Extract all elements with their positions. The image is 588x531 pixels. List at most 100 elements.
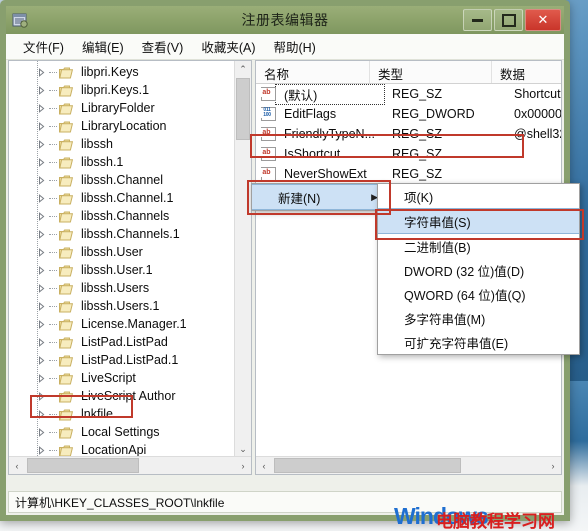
value-data: 0x00000001 (514, 107, 561, 121)
tree-horizontal-scrollbar[interactable]: ‹ › (9, 456, 251, 474)
chevron-right-icon[interactable] (37, 337, 46, 347)
tree-scroll-down-button[interactable]: ⌄ (235, 441, 251, 457)
column-header-name[interactable]: 名称 (256, 61, 370, 83)
tree-item-label: libssh.Channels (81, 209, 170, 223)
tree-connector (49, 108, 57, 109)
tree-item[interactable]: libssh.User (9, 243, 235, 261)
submenu-item-binary-value[interactable]: 二进制值(B) (378, 234, 579, 258)
submenu-item-multi-string-value[interactable]: 多字符串值(M) (378, 306, 579, 330)
menu-help[interactable]: 帮助(H) (264, 34, 324, 59)
tree-scroll-right-button[interactable]: › (235, 461, 251, 471)
values-scroll-left-button[interactable]: ‹ (256, 461, 272, 471)
value-row[interactable]: 011100 EditFlags REG_DWORD 0x00000001 (256, 104, 561, 124)
close-button[interactable]: ✕ (525, 9, 561, 31)
submenu-item-qword-value[interactable]: QWORD (64 位)值(Q) (378, 282, 579, 306)
tree-item[interactable]: LiveScript Author (9, 387, 235, 405)
values-hscroll-track[interactable] (272, 458, 545, 473)
tree-scroll-left-button[interactable]: ‹ (9, 461, 25, 471)
chevron-right-icon[interactable] (37, 265, 46, 275)
tree-item[interactable]: libssh.Channels (9, 207, 235, 225)
tree-item[interactable]: libssh (9, 135, 235, 153)
maximize-button[interactable] (494, 9, 523, 31)
tree-item[interactable]: ListPad.ListPad.1 (9, 351, 235, 369)
values-hscrollbar-thumb[interactable] (274, 458, 461, 473)
value-row[interactable]: ab IsShortcut REG_SZ (256, 144, 561, 164)
tree-item[interactable]: libssh.Channel (9, 171, 235, 189)
chevron-right-icon[interactable] (37, 193, 46, 203)
tree-connector (49, 288, 57, 289)
column-header-data[interactable]: 数据 (492, 61, 561, 83)
tree-item[interactable]: libssh.Channel.1 (9, 189, 235, 207)
value-row[interactable]: ab FriendlyTypeN... REG_SZ @shell32.d (256, 124, 561, 144)
tree-item[interactable]: License.Manager.1 (9, 315, 235, 333)
chevron-right-icon[interactable] (37, 211, 46, 221)
folder-icon (59, 300, 74, 313)
tree-hscrollbar-thumb[interactable] (27, 458, 139, 473)
folder-icon (59, 354, 74, 367)
value-name: NeverShowExt (284, 167, 367, 181)
tree-scroll-up-button[interactable]: ⌃ (235, 61, 251, 77)
chevron-right-icon[interactable] (37, 391, 46, 401)
chevron-right-icon[interactable] (37, 247, 46, 257)
tree-item[interactable]: libssh.Channels.1 (9, 225, 235, 243)
chevron-right-icon[interactable] (37, 103, 46, 113)
value-type: REG_DWORD (392, 107, 475, 121)
tree-item[interactable]: libpri.Keys (9, 63, 235, 81)
chevron-right-icon[interactable] (37, 355, 46, 365)
chevron-right-icon[interactable] (37, 319, 46, 329)
tree-item[interactable]: LiveScript (9, 369, 235, 387)
title-bar: 注册表编辑器 ✕ (6, 6, 564, 34)
value-name: FriendlyTypeN... (284, 127, 376, 141)
value-row[interactable]: ab NeverShowExt REG_SZ (256, 164, 561, 184)
tree-item[interactable]: LibraryLocation (9, 117, 235, 135)
menu-file[interactable]: 文件(F) (14, 34, 73, 59)
chevron-right-icon[interactable] (37, 67, 46, 77)
menu-view[interactable]: 查看(V) (133, 34, 193, 59)
submenu-item-expandable-string-value[interactable]: 可扩充字符串值(E) (378, 330, 579, 354)
tree-connector (49, 396, 57, 397)
watermark: Windows 电脑教程学习网 (394, 503, 584, 531)
folder-icon (59, 336, 74, 349)
folder-icon (59, 264, 74, 277)
tree-item[interactable]: libssh.Users.1 (9, 297, 235, 315)
tree-item[interactable]: libssh.Users (9, 279, 235, 297)
tree-item[interactable]: libpri.Keys.1 (9, 81, 235, 99)
submenu-item-key[interactable]: 项(K) (378, 184, 579, 208)
chevron-right-icon[interactable] (37, 157, 46, 167)
values-horizontal-scrollbar[interactable]: ‹ › (256, 456, 561, 474)
chevron-right-icon[interactable] (37, 283, 46, 293)
chevron-right-icon[interactable] (37, 373, 46, 383)
tree-item[interactable]: libssh.User.1 (9, 261, 235, 279)
submenu-item-dword-value[interactable]: DWORD (32 位)值(D) (378, 258, 579, 282)
tree-connector (49, 144, 57, 145)
values-scroll-right-button[interactable]: › (545, 461, 561, 471)
tree-item[interactable]: Local Settings (9, 423, 235, 441)
tree-hscroll-track[interactable] (25, 458, 235, 473)
chevron-right-icon[interactable] (37, 85, 46, 95)
chevron-right-icon[interactable] (37, 175, 46, 185)
chevron-right-icon[interactable] (37, 139, 46, 149)
context-menu-item-new[interactable]: 新建(N) ▶ (252, 184, 385, 210)
minimize-button[interactable] (463, 9, 492, 31)
chevron-right-icon[interactable] (37, 409, 46, 419)
menu-favorites[interactable]: 收藏夹(A) (192, 34, 264, 59)
tree-connector (49, 414, 57, 415)
tree-item-lnkfile[interactable]: lnkfile (9, 405, 235, 423)
tree-scrollbar-thumb[interactable] (236, 78, 250, 140)
tree-item[interactable]: libssh.1 (9, 153, 235, 171)
tree-item[interactable]: LocationApi (9, 441, 235, 457)
column-header-type[interactable]: 类型 (370, 61, 492, 83)
chevron-right-icon[interactable] (37, 121, 46, 131)
value-row[interactable]: ab (默认) REG_SZ Shortcut (256, 83, 561, 105)
chevron-right-icon[interactable] (37, 445, 46, 455)
chevron-right-icon[interactable] (37, 427, 46, 437)
tree-vertical-scrollbar[interactable]: ⌃ ⌄ (234, 61, 251, 457)
window-controls: ✕ (463, 9, 561, 31)
folder-icon (59, 120, 74, 133)
submenu-item-string-value[interactable]: 字符串值(S) (378, 208, 579, 234)
tree-item[interactable]: LibraryFolder (9, 99, 235, 117)
menu-edit[interactable]: 编辑(E) (73, 34, 133, 59)
tree-item[interactable]: ListPad.ListPad (9, 333, 235, 351)
chevron-right-icon[interactable] (37, 301, 46, 311)
chevron-right-icon[interactable] (37, 229, 46, 239)
